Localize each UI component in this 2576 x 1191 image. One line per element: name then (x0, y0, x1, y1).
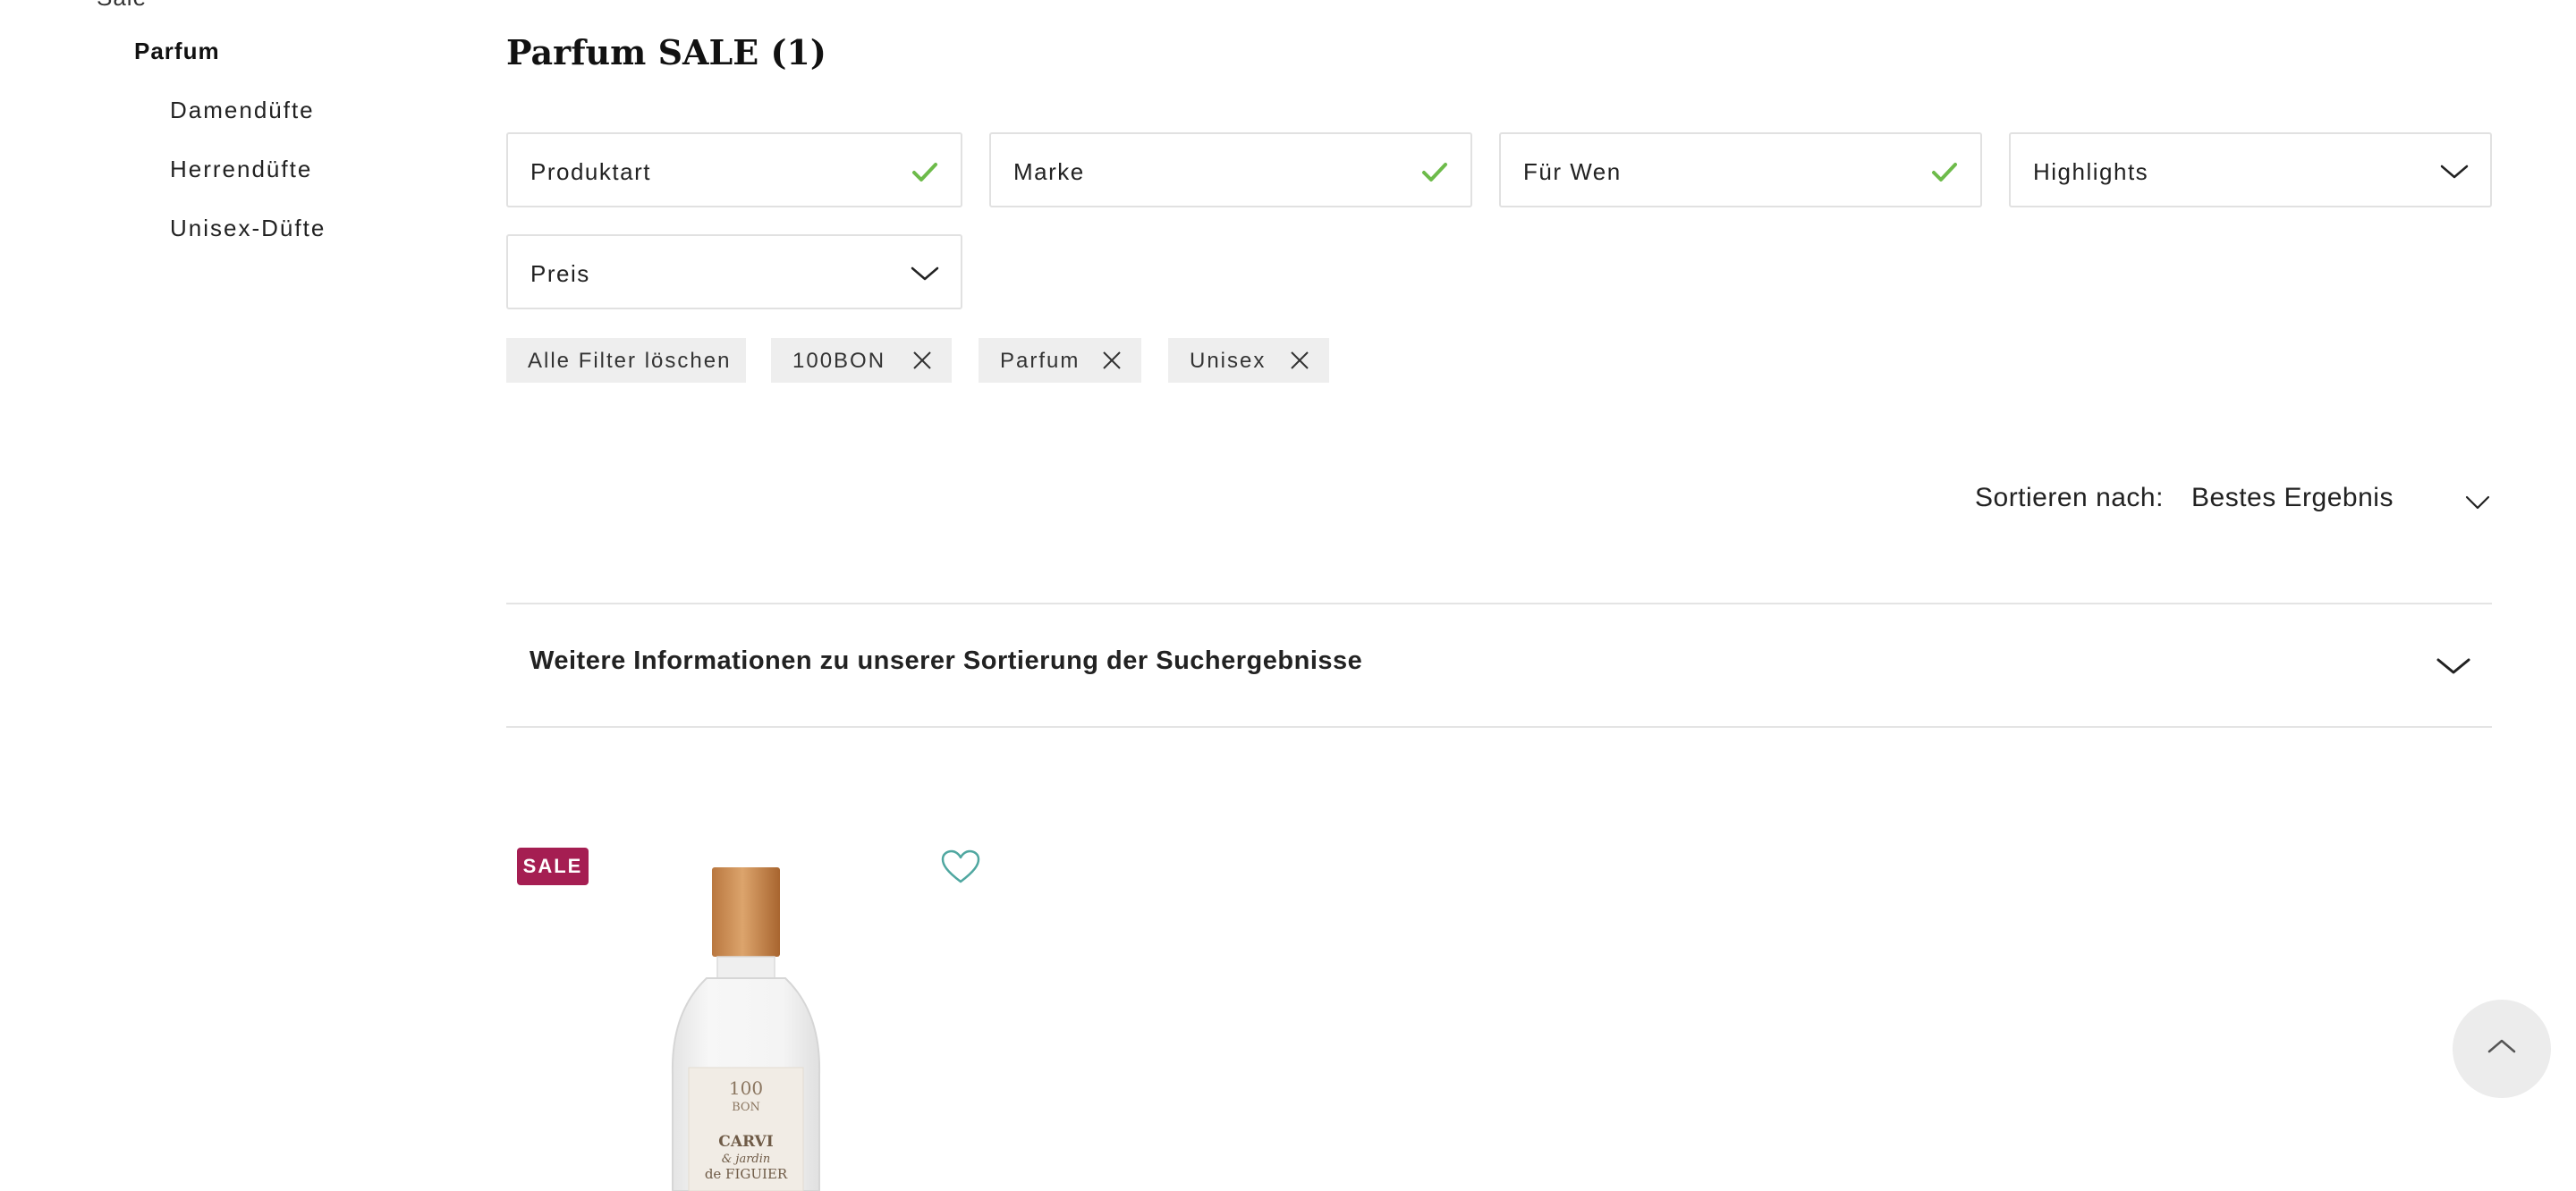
filter-preis[interactable]: Preis (506, 234, 962, 309)
clear-all-filters-button[interactable]: Alle Filter löschen (506, 338, 746, 383)
divider (506, 726, 2492, 728)
page-title: Parfum SALE (1) (506, 32, 826, 72)
bottle-name-line1: CARVI (718, 1133, 773, 1151)
bottle-name-line3: de FIGUIER (705, 1166, 788, 1182)
filter-label: Marke (1013, 158, 1085, 185)
bottle-name-line2: & jardin (722, 1153, 771, 1166)
sort-label: Sortieren nach: (1975, 483, 2164, 512)
bottle-brand-line2: BON (732, 1101, 760, 1114)
sort-selected-value: Bestes Ergebnis (2191, 483, 2394, 512)
filter-chip-100bon[interactable]: 100BON (771, 338, 952, 383)
filter-marke[interactable]: Marke (989, 132, 1472, 207)
chip-label: 100BON (792, 349, 886, 373)
close-icon[interactable] (1290, 351, 1309, 370)
chip-label: Parfum (1000, 349, 1080, 373)
filter-chip-unisex[interactable]: Unisex (1168, 338, 1329, 383)
bottle-brand-line1: 100 (729, 1077, 763, 1099)
filter-label: Für Wen (1523, 158, 1622, 185)
chevron-up-icon (2487, 1039, 2516, 1053)
sidebar-parent-link[interactable]: Sale (97, 0, 147, 12)
sale-badge: SALE (517, 848, 589, 885)
filter-label: Produktart (530, 158, 651, 185)
sidebar-item-damenduefte[interactable]: Damendüfte (170, 97, 315, 124)
back-to-top-button[interactable] (2453, 1000, 2551, 1098)
clear-all-label: Alle Filter löschen (528, 349, 732, 373)
filter-label: Preis (530, 260, 590, 287)
chevron-down-icon (2440, 165, 2469, 179)
chevron-down-icon (2436, 658, 2470, 674)
sidebar-item-unisex-duefte[interactable]: Unisex-Düfte (170, 215, 326, 242)
filter-highlights[interactable]: Highlights (2009, 132, 2492, 207)
sidebar-item-parfum[interactable]: Parfum (134, 38, 220, 65)
chevron-down-icon (911, 266, 939, 281)
chevron-down-icon (2465, 495, 2490, 510)
accordion-label: Weitere Informationen zu unserer Sortier… (530, 646, 1363, 675)
sidebar-item-herrenduefte[interactable]: Herrendüfte (170, 156, 312, 183)
product-image[interactable]: 100 BON CARVI & jardin de FIGUIER (644, 860, 859, 1191)
chip-label: Unisex (1190, 349, 1267, 373)
check-icon (912, 163, 937, 182)
filter-label: Highlights (2033, 158, 2149, 185)
filter-fuer-wen[interactable]: Für Wen (1499, 132, 1982, 207)
check-icon (1932, 163, 1957, 182)
close-icon[interactable] (1102, 351, 1122, 370)
sorting-info-accordion[interactable]: Weitere Informationen zu unserer Sortier… (506, 604, 2492, 728)
sort-select[interactable]: Bestes Ergebnis (2191, 474, 2492, 528)
heart-icon[interactable] (941, 849, 980, 885)
filter-chip-parfum[interactable]: Parfum (979, 338, 1141, 383)
close-icon[interactable] (912, 351, 932, 370)
filter-produktart[interactable]: Produktart (506, 132, 962, 207)
check-icon (1422, 163, 1447, 182)
